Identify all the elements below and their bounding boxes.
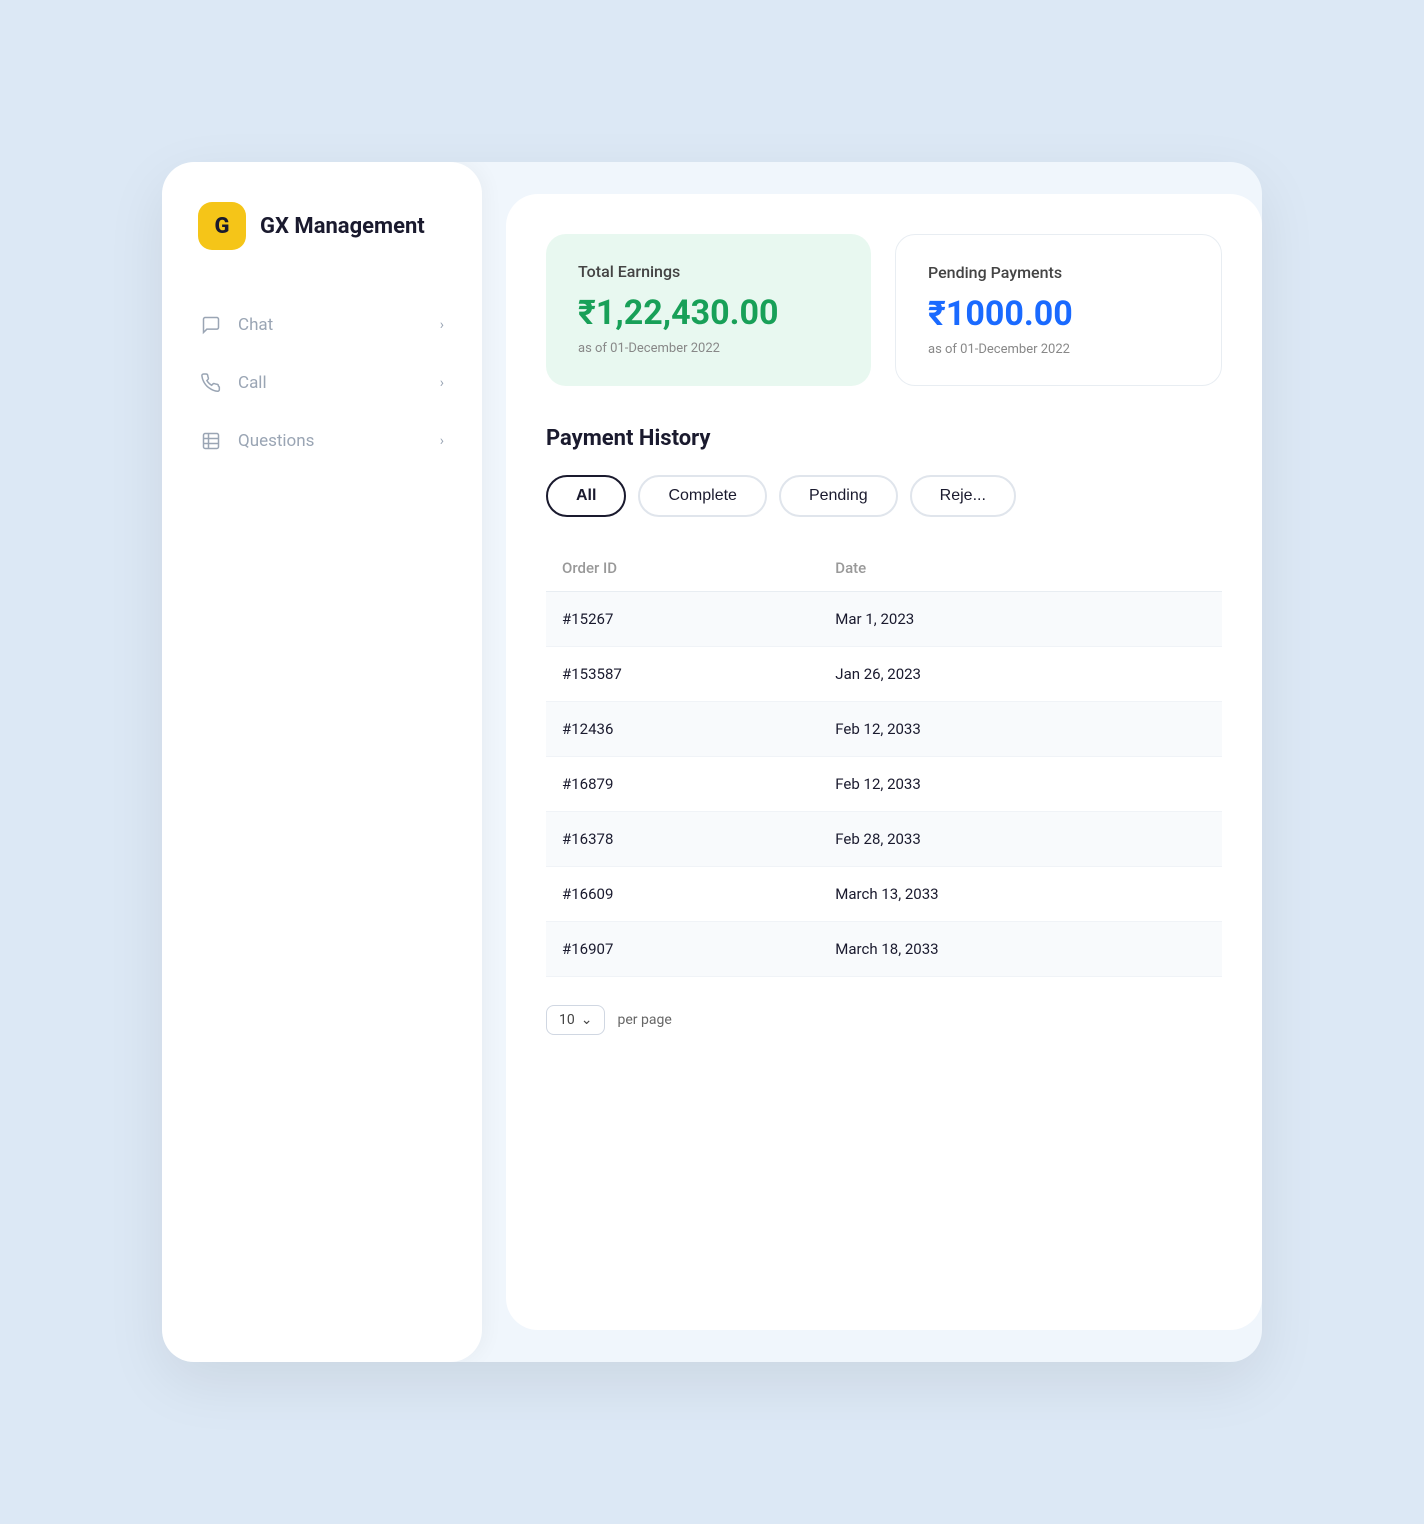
chevron-right-icon: › [440, 433, 444, 449]
filter-tab-all[interactable]: All [546, 475, 626, 517]
cell-date: March 13, 2033 [819, 867, 1222, 922]
earnings-row: Total Earnings ₹1,22,430.00 as of 01-Dec… [546, 234, 1222, 386]
sidebar-item-questions[interactable]: Questions › [182, 414, 462, 468]
cell-date: Feb 12, 2033 [819, 757, 1222, 812]
filter-tab-pending[interactable]: Pending [779, 475, 898, 517]
per-page-label: per page [617, 1012, 671, 1028]
cell-order-id: #16907 [546, 922, 819, 977]
cell-order-id: #15267 [546, 592, 819, 647]
payment-history-section: Payment History All Complete Pending Rej… [546, 426, 1222, 1035]
total-earnings-label: Total Earnings [578, 262, 839, 281]
pending-payments-date: as of 01-December 2022 [928, 342, 1189, 357]
nav-menu: Chat › Call › [162, 298, 482, 468]
cell-date: Feb 28, 2033 [819, 812, 1222, 867]
cell-order-id: #16378 [546, 812, 819, 867]
total-earnings-card: Total Earnings ₹1,22,430.00 as of 01-Dec… [546, 234, 871, 386]
table-row: #12436Feb 12, 2033 [546, 702, 1222, 757]
cell-date: Jan 26, 2023 [819, 647, 1222, 702]
cell-order-id: #16879 [546, 757, 819, 812]
cell-date: March 18, 2033 [819, 922, 1222, 977]
cell-date: Mar 1, 2023 [819, 592, 1222, 647]
sidebar-item-questions-label: Questions [238, 431, 314, 451]
col-date: Date [819, 545, 1222, 592]
app-container: G GX Management Chat › [162, 162, 1262, 1362]
table-body: #15267Mar 1, 2023#153587Jan 26, 2023#124… [546, 592, 1222, 977]
cell-order-id: #12436 [546, 702, 819, 757]
total-earnings-date: as of 01-December 2022 [578, 341, 839, 356]
logo-icon: G [198, 202, 246, 250]
chevron-right-icon: › [440, 317, 444, 333]
pending-payments-amount: ₹1000.00 [928, 294, 1189, 334]
call-icon [200, 372, 222, 394]
table-row: #15267Mar 1, 2023 [546, 592, 1222, 647]
sidebar-item-chat[interactable]: Chat › [182, 298, 462, 352]
pending-payments-card: Pending Payments ₹1000.00 as of 01-Decem… [895, 234, 1222, 386]
table-header: Order ID Date [546, 545, 1222, 592]
app-title: GX Management [260, 214, 425, 239]
logo-area: G GX Management [162, 202, 482, 298]
sidebar-item-call-label: Call [238, 373, 267, 393]
cell-date: Feb 12, 2033 [819, 702, 1222, 757]
per-page-select[interactable]: 10 ⌄ [546, 1005, 605, 1035]
pending-payments-label: Pending Payments [928, 263, 1189, 282]
table-row: #153587Jan 26, 2023 [546, 647, 1222, 702]
main-inner: Total Earnings ₹1,22,430.00 as of 01-Dec… [506, 194, 1262, 1330]
main-content: Total Earnings ₹1,22,430.00 as of 01-Dec… [482, 162, 1262, 1362]
pagination-row: 10 ⌄ per page [546, 1005, 1222, 1035]
table-row: #16907March 18, 2033 [546, 922, 1222, 977]
table-row: #16609March 13, 2033 [546, 867, 1222, 922]
chat-icon [200, 314, 222, 336]
table-row: #16378Feb 28, 2033 [546, 812, 1222, 867]
chevron-right-icon: › [440, 375, 444, 391]
col-order-id: Order ID [546, 545, 819, 592]
cell-order-id: #153587 [546, 647, 819, 702]
sidebar-item-call[interactable]: Call › [182, 356, 462, 410]
per-page-value: 10 [559, 1012, 575, 1028]
filter-tabs: All Complete Pending Reje... [546, 475, 1222, 517]
payment-table: Order ID Date #15267Mar 1, 2023#153587Ja… [546, 545, 1222, 977]
chevron-down-icon: ⌄ [581, 1012, 593, 1028]
payment-history-title: Payment History [546, 426, 1222, 451]
cell-order-id: #16609 [546, 867, 819, 922]
questions-icon [200, 430, 222, 452]
total-earnings-amount: ₹1,22,430.00 [578, 293, 839, 333]
filter-tab-complete[interactable]: Complete [638, 475, 766, 517]
table-row: #16879Feb 12, 2033 [546, 757, 1222, 812]
sidebar-item-chat-label: Chat [238, 315, 273, 335]
filter-tab-rejected[interactable]: Reje... [910, 475, 1016, 517]
sidebar: G GX Management Chat › [162, 162, 482, 1362]
